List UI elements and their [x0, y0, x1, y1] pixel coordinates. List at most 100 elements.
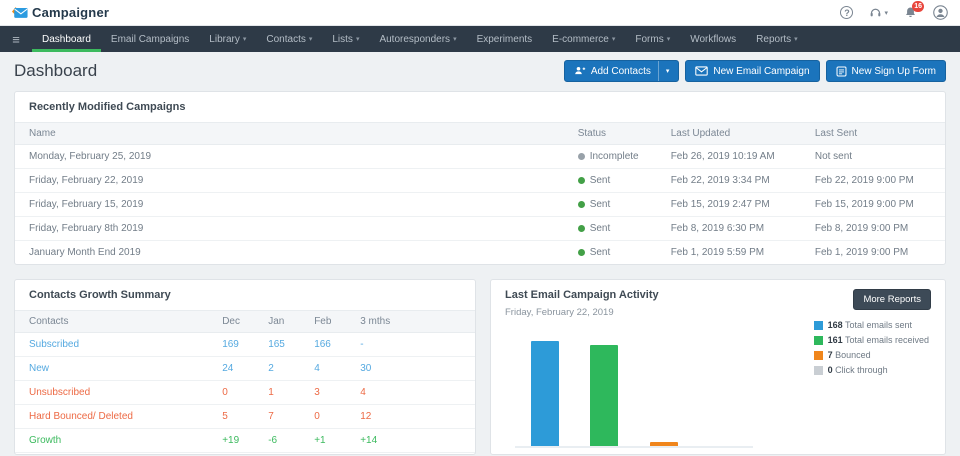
chevron-down-icon: ▾: [355, 36, 360, 43]
table-row[interactable]: January Month End 2019 Sent Feb 1, 2019 …: [15, 241, 945, 265]
new-signup-form-button[interactable]: New Sign Up Form: [825, 60, 946, 82]
hamburger-menu-icon[interactable]: ≡: [0, 26, 32, 52]
top-bar: Campaigner ? ▾ 16: [0, 0, 960, 26]
col-header-3mths: 3 mths: [346, 310, 475, 333]
status-dot: [577, 201, 585, 208]
table-header-row: Contacts Dec Jan Feb 3 mths: [15, 310, 475, 333]
bar-slot-1: [575, 336, 635, 446]
card-title: Last Email Campaign Activity: [505, 289, 659, 301]
person-plus-icon: [574, 66, 585, 75]
nav-item-lists[interactable]: Lists ▾: [322, 26, 369, 52]
nav-item-workflows[interactable]: Workflows: [680, 26, 746, 52]
growth-row-unsubscribed: Unsubscribed 0 1 3 4: [15, 380, 475, 405]
campaign-date-subtitle: Friday, February 22, 2019: [505, 307, 614, 318]
status-dot: [577, 225, 585, 232]
growth-row-growth: Growth +19 -6 +1 +14: [15, 428, 475, 453]
status-dot: [577, 249, 585, 256]
status-badge: Sent: [589, 175, 611, 186]
row-label-link[interactable]: Hard Bounced/ Deleted: [15, 404, 209, 429]
nav-item-dashboard[interactable]: Dashboard: [32, 26, 101, 52]
col-header-contacts: Contacts: [15, 310, 209, 333]
user-avatar-icon: [933, 5, 948, 20]
chevron-down-icon: ▾: [794, 36, 798, 43]
bar-2: [649, 442, 678, 446]
table-row[interactable]: Friday, February 15, 2019 Sent Feb 15, 2…: [15, 192, 945, 217]
legend-item-received: 161 Total emails received: [813, 335, 929, 345]
chevron-down-icon: ▾: [666, 36, 671, 43]
bar-slot-2: [634, 336, 694, 446]
bar-slot-0: [515, 336, 575, 446]
chevron-down-icon[interactable]: ▾: [664, 67, 670, 75]
recent-campaigns-table: Name Status Last Updated Last Sent Monda…: [15, 122, 945, 264]
table-row[interactable]: Monday, February 25, 2019 Incomplete Feb…: [15, 144, 945, 169]
legend-swatch-bounced: [813, 350, 823, 360]
status-badge: Incomplete: [589, 151, 639, 162]
nav-item-library[interactable]: Library ▾: [199, 26, 256, 52]
row-label-link[interactable]: Unsubscribed: [15, 380, 209, 405]
growth-row-subscribed: Subscribed 169 165 166 -: [15, 332, 475, 357]
legend-swatch-sent: [813, 320, 823, 330]
status-badge: Sent: [589, 223, 611, 234]
chevron-down-icon: ▾: [453, 36, 457, 43]
nav-item-email-campaigns[interactable]: Email Campaigns: [101, 26, 199, 52]
chevron-down-icon: ▾: [242, 36, 247, 43]
button-divider: [657, 61, 659, 81]
card-title: Recently Modified Campaigns: [29, 101, 186, 113]
growth-row-pending: Pending 1 1 1 -: [15, 453, 475, 455]
card-title: Contacts Growth Summary: [29, 289, 171, 301]
col-header-last-updated[interactable]: Last Updated: [656, 122, 801, 145]
nav-item-forms[interactable]: Forms ▾: [625, 26, 680, 52]
account-menu-button[interactable]: [933, 5, 948, 20]
page-header: Dashboard Add Contacts ▾ New Email Campa…: [0, 52, 960, 91]
page-title: Dashboard: [14, 61, 98, 80]
growth-row-hard-bounced: Hard Bounced/ Deleted 5 7 0 12: [15, 404, 475, 429]
col-header-jan: Jan: [254, 310, 301, 333]
chevron-down-icon: ▾: [308, 36, 313, 43]
growth-row-new: New 24 2 4 30: [15, 356, 475, 381]
legend-swatch-click-through: [813, 365, 823, 375]
bar-1: [590, 345, 619, 446]
notification-count-badge: 16: [912, 1, 924, 12]
more-reports-button[interactable]: More Reports: [853, 289, 931, 310]
form-icon: [836, 66, 847, 76]
row-label: Growth: [15, 428, 209, 453]
nav-item-contacts[interactable]: Contacts ▾: [256, 26, 322, 52]
col-header-name[interactable]: Name: [15, 122, 564, 145]
envelope-icon: [695, 66, 709, 76]
contacts-growth-table: Contacts Dec Jan Feb 3 mths Subscribed 1…: [15, 310, 475, 455]
table-header-row: Name Status Last Updated Last Sent: [15, 122, 945, 145]
support-menu-button[interactable]: ▾: [869, 6, 888, 19]
campaign-activity-chart: 168 Total emails sent 161 Total emails r…: [491, 318, 945, 454]
legend-item-click-through: 0 Click through: [813, 365, 929, 375]
row-label-link[interactable]: New: [15, 356, 209, 381]
nav-item-ecommerce[interactable]: E-commerce ▾: [542, 26, 625, 52]
add-contacts-button[interactable]: Add Contacts ▾: [563, 60, 680, 82]
table-row[interactable]: Friday, February 22, 2019 Sent Feb 22, 2…: [15, 168, 945, 193]
notifications-button[interactable]: 16: [904, 1, 924, 19]
nav-item-autoresponders[interactable]: Autoresponders ▾: [369, 26, 466, 52]
col-header-last-sent[interactable]: Last Sent: [800, 122, 945, 145]
contacts-growth-summary-card: Contacts Growth Summary Contacts Dec Jan…: [14, 279, 476, 455]
nav-item-experiments[interactable]: Experiments: [467, 26, 543, 52]
col-header-dec: Dec: [208, 310, 255, 333]
main-nav: ≡ Dashboard Email Campaigns Library ▾ Con…: [0, 26, 960, 52]
status-dot: [577, 153, 585, 160]
legend-swatch-received: [813, 335, 823, 345]
chart-legend: 168 Total emails sent 161 Total emails r…: [813, 320, 929, 375]
chevron-down-icon: ▾: [611, 36, 616, 43]
row-label-link[interactable]: Subscribed: [15, 332, 209, 357]
status-dot: [577, 177, 585, 184]
table-row[interactable]: Friday, February 8th 2019 Sent Feb 8, 20…: [15, 216, 945, 241]
bar-0: [530, 341, 559, 446]
headset-icon: [871, 8, 881, 17]
last-email-campaign-activity-card: Last Email Campaign Activity Friday, Feb…: [490, 279, 946, 455]
nav-item-reports[interactable]: Reports ▾: [746, 26, 808, 52]
brand-logo[interactable]: Campaigner: [12, 5, 109, 20]
campaigner-logo-icon: [12, 7, 28, 18]
new-email-campaign-button[interactable]: New Email Campaign: [685, 60, 820, 82]
row-label: Pending: [15, 453, 208, 455]
help-button[interactable]: ?: [840, 6, 854, 19]
help-icon: ?: [840, 6, 854, 19]
status-badge: Sent: [589, 199, 611, 210]
col-header-status[interactable]: Status: [563, 122, 657, 145]
